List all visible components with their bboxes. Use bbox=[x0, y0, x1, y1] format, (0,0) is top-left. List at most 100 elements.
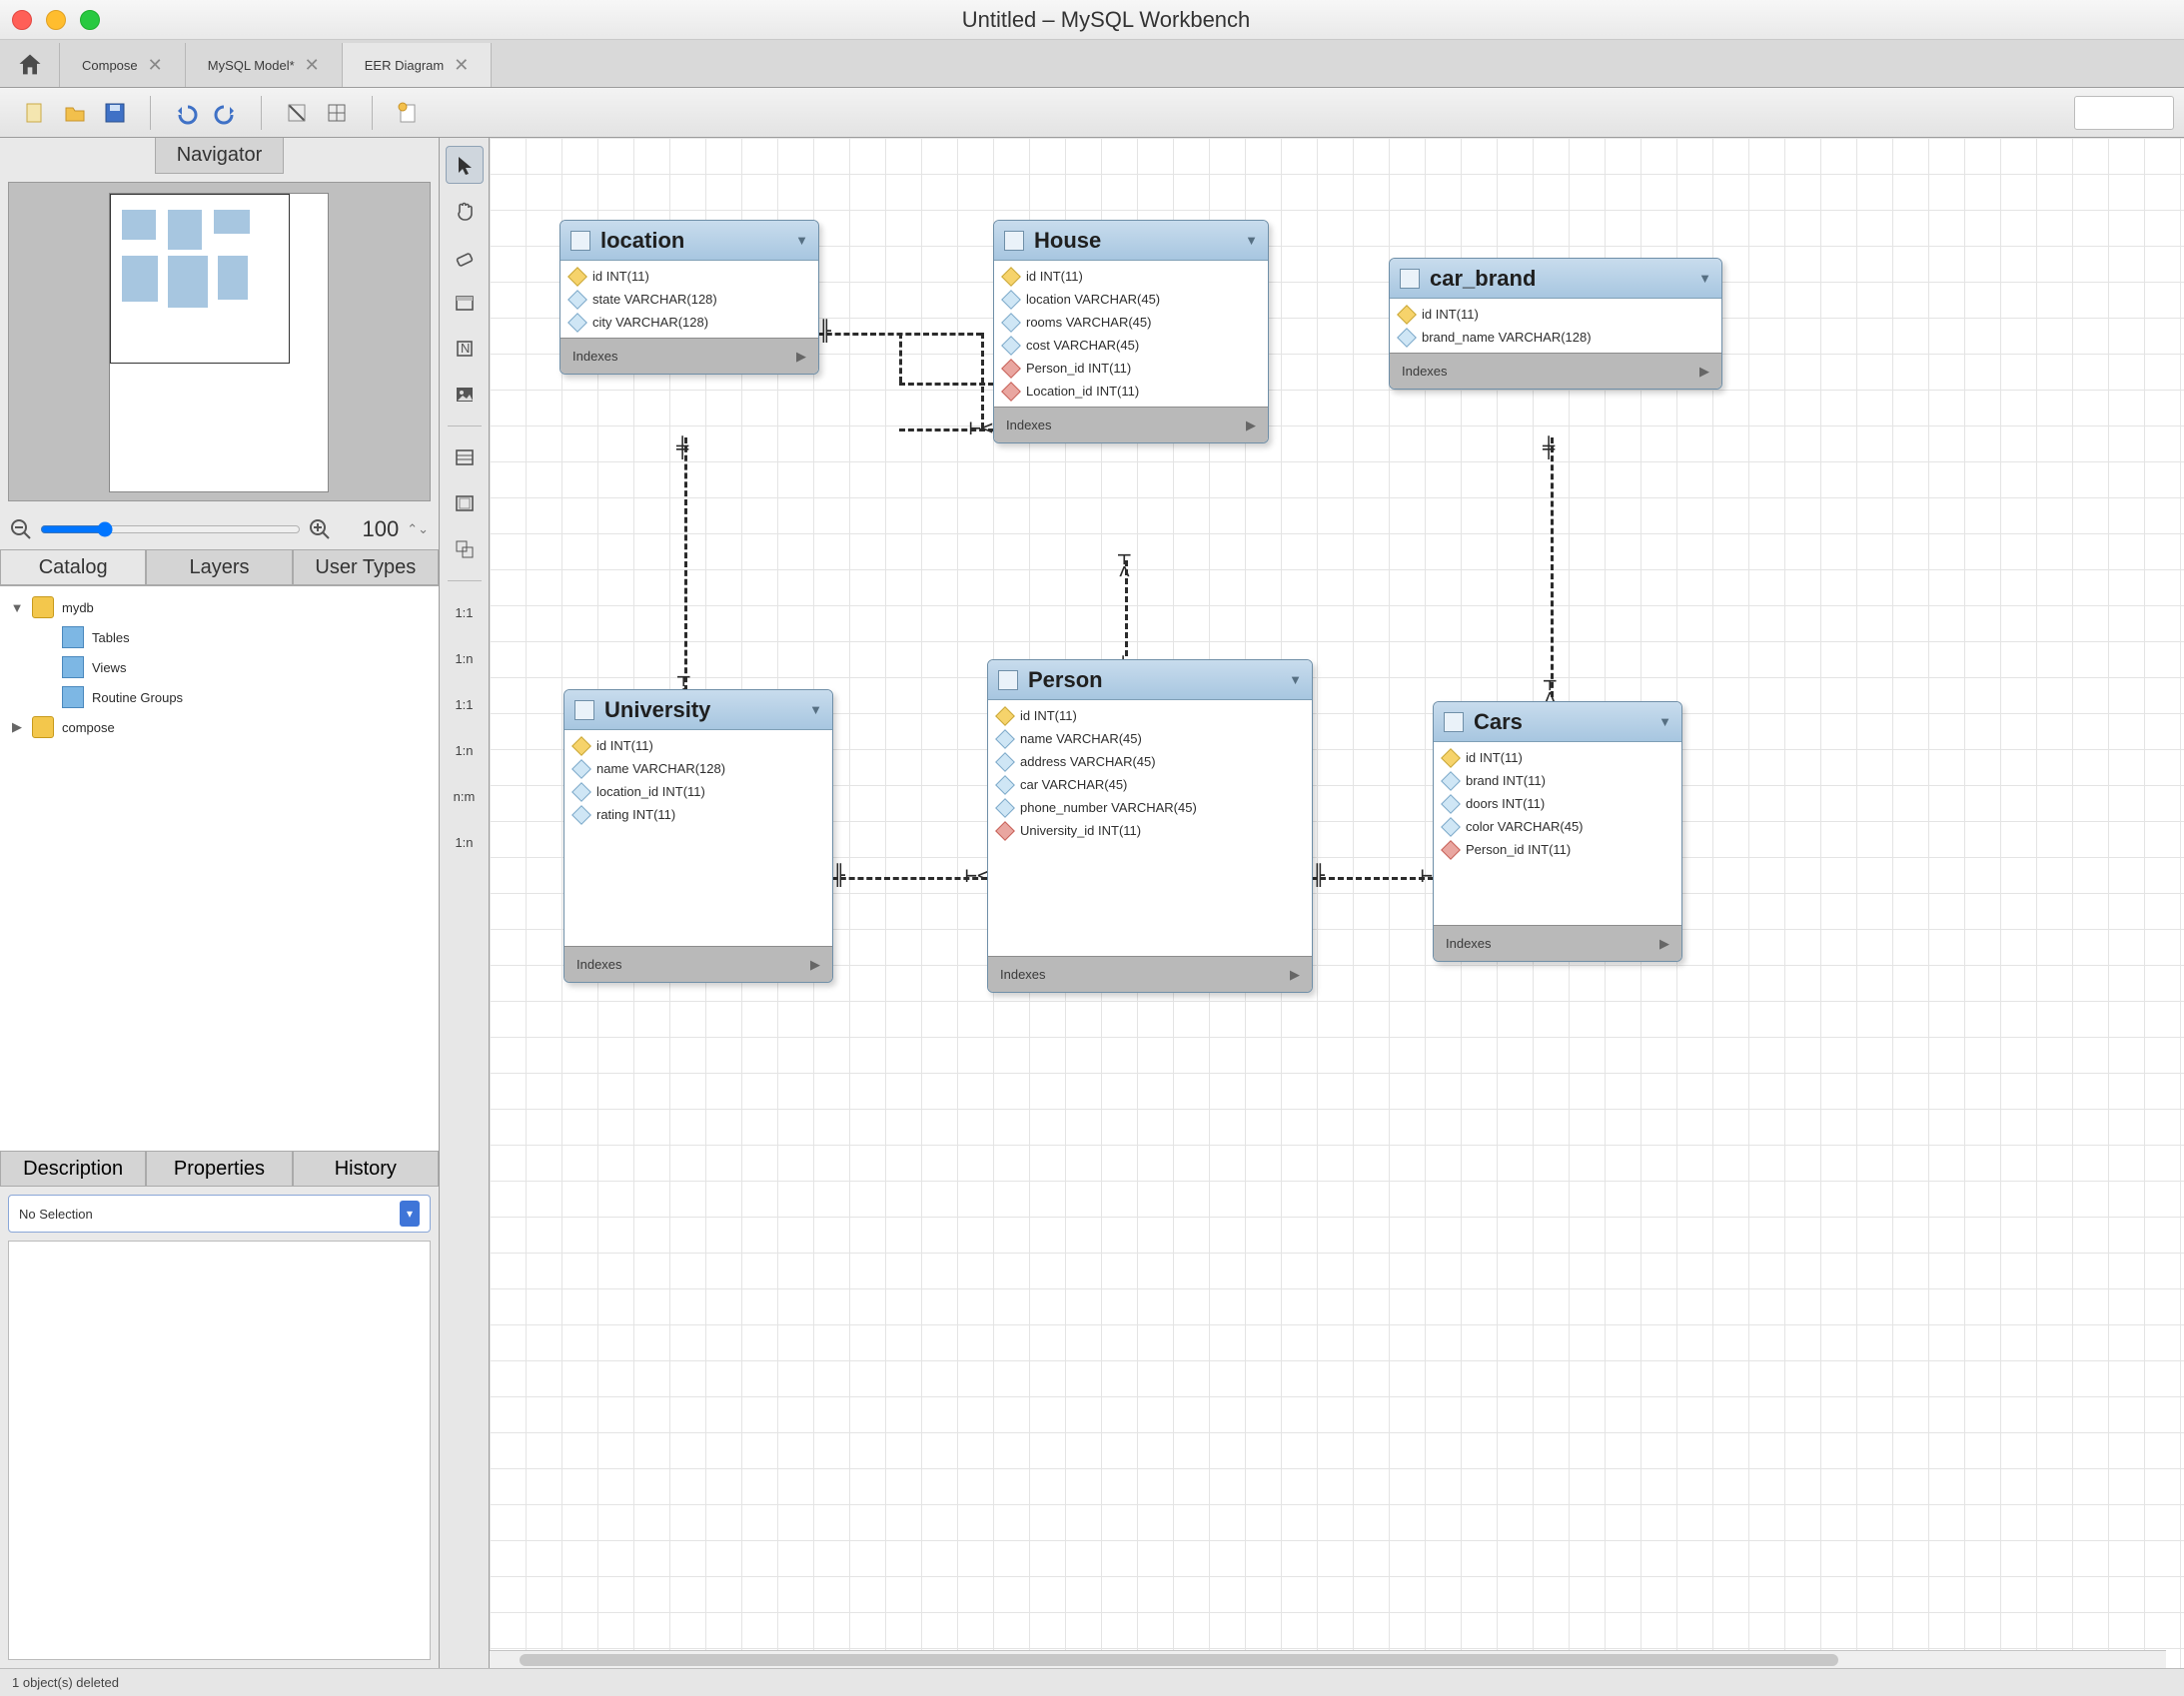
column-row[interactable]: id INT(11) bbox=[560, 265, 818, 288]
toggle-align-button[interactable] bbox=[320, 96, 354, 130]
column-row[interactable]: state VARCHAR(128) bbox=[560, 288, 818, 311]
chevron-down-icon[interactable]: ▼ bbox=[1698, 271, 1711, 286]
tree-item-routine-groups[interactable]: Routine Groups bbox=[6, 682, 433, 712]
column-row[interactable]: name VARCHAR(128) bbox=[564, 757, 832, 780]
rel-1-1-non-id-tool[interactable]: 1:1 bbox=[446, 593, 484, 631]
chevron-down-icon[interactable]: ▼ bbox=[809, 702, 822, 717]
diagram-canvas[interactable]: ╟ ⊢< ╪ ⊢< ⊢< ╪ ╪ ⊢< ╟ ⊢< ╟ ⊢< location▼ … bbox=[490, 138, 2184, 1668]
tab-catalog[interactable]: Catalog bbox=[0, 549, 146, 585]
column-row[interactable]: id INT(11) bbox=[1434, 746, 1681, 769]
rel-1-n-non-id-tool[interactable]: 1:n bbox=[446, 639, 484, 677]
rel-carbrand-cars[interactable] bbox=[1551, 437, 1554, 697]
column-row[interactable]: location_id INT(11) bbox=[564, 780, 832, 803]
indexes-section[interactable]: Indexes▶ bbox=[1390, 353, 1721, 389]
selection-dropdown[interactable]: No Selection ▾ bbox=[8, 1195, 431, 1233]
maximize-window-button[interactable] bbox=[80, 10, 100, 30]
tab-eer-diagram[interactable]: EER Diagram ✕ bbox=[343, 43, 493, 87]
column-row[interactable]: rating INT(11) bbox=[564, 803, 832, 826]
column-row[interactable]: id INT(11) bbox=[994, 265, 1268, 288]
indexes-section[interactable]: Indexes▶ bbox=[988, 956, 1312, 992]
tab-compose[interactable]: Compose ✕ bbox=[60, 43, 186, 87]
tree-db-mydb[interactable]: ▼mydb bbox=[6, 592, 433, 622]
rel-location-university[interactable] bbox=[684, 437, 687, 691]
indexes-section[interactable]: Indexes▶ bbox=[564, 946, 832, 982]
hand-tool[interactable] bbox=[446, 192, 484, 230]
table-cars[interactable]: Cars▼ id INT(11) brand INT(11) doors INT… bbox=[1433, 701, 1682, 962]
rel-1-1-id-tool[interactable]: 1:1 bbox=[446, 685, 484, 723]
tab-user-types[interactable]: User Types bbox=[293, 549, 439, 585]
column-row[interactable]: address VARCHAR(45) bbox=[988, 750, 1312, 773]
column-row[interactable]: id INT(11) bbox=[1390, 303, 1721, 326]
column-row[interactable]: location VARCHAR(45) bbox=[994, 288, 1268, 311]
column-row[interactable]: brand_name VARCHAR(128) bbox=[1390, 326, 1721, 349]
column-row[interactable]: car VARCHAR(45) bbox=[988, 773, 1312, 796]
tab-history[interactable]: History bbox=[293, 1151, 439, 1187]
eraser-tool[interactable] bbox=[446, 238, 484, 276]
toggle-grid-button[interactable] bbox=[280, 96, 314, 130]
rel-1-n-existing-tool[interactable]: 1:n bbox=[446, 823, 484, 861]
column-row[interactable]: phone_number VARCHAR(45) bbox=[988, 796, 1312, 819]
scrollbar-thumb[interactable] bbox=[520, 1654, 1838, 1666]
toolbar-search-input[interactable] bbox=[2074, 96, 2174, 130]
indexes-section[interactable]: Indexes▶ bbox=[1434, 925, 1681, 961]
pointer-tool[interactable] bbox=[446, 146, 484, 184]
tab-close-icon[interactable]: ✕ bbox=[305, 55, 320, 76]
table-location[interactable]: location▼ id INT(11) state VARCHAR(128) … bbox=[559, 220, 819, 375]
new-routine-group-tool[interactable] bbox=[446, 530, 484, 568]
column-row[interactable]: Person_id INT(11) bbox=[994, 357, 1268, 380]
save-button[interactable] bbox=[98, 96, 132, 130]
undo-button[interactable] bbox=[169, 96, 203, 130]
column-row[interactable]: University_id INT(11) bbox=[988, 819, 1312, 842]
column-row[interactable]: rooms VARCHAR(45) bbox=[994, 311, 1268, 334]
column-row[interactable]: name VARCHAR(45) bbox=[988, 727, 1312, 750]
navigator-panel-tab[interactable]: Navigator bbox=[155, 138, 284, 174]
navigator-preview[interactable] bbox=[8, 182, 431, 501]
close-window-button[interactable] bbox=[12, 10, 32, 30]
redo-button[interactable] bbox=[209, 96, 243, 130]
tab-description[interactable]: Description bbox=[0, 1151, 146, 1187]
image-tool[interactable] bbox=[446, 376, 484, 414]
column-row[interactable]: id INT(11) bbox=[988, 704, 1312, 727]
rel-n-m-tool[interactable]: n:m bbox=[446, 777, 484, 815]
tab-mysql-model[interactable]: MySQL Model* ✕ bbox=[186, 43, 343, 87]
new-view-tool[interactable] bbox=[446, 484, 484, 522]
column-row[interactable]: cost VARCHAR(45) bbox=[994, 334, 1268, 357]
rel-1-n-id-tool[interactable]: 1:n bbox=[446, 731, 484, 769]
rel-university-person[interactable] bbox=[831, 877, 987, 880]
indexes-section[interactable]: Indexes▶ bbox=[560, 338, 818, 374]
new-table-tool[interactable] bbox=[446, 438, 484, 476]
tree-db-compose[interactable]: ▶compose bbox=[6, 712, 433, 742]
tab-properties[interactable]: Properties bbox=[146, 1151, 292, 1187]
layer-tool[interactable] bbox=[446, 284, 484, 322]
note-tool[interactable]: N bbox=[446, 330, 484, 368]
table-person[interactable]: Person▼ id INT(11) name VARCHAR(45) addr… bbox=[987, 659, 1313, 993]
zoom-stepper-icon[interactable]: ⌃⌄ bbox=[407, 521, 429, 537]
new-file-button[interactable] bbox=[18, 96, 52, 130]
open-file-button[interactable] bbox=[58, 96, 92, 130]
new-document-button[interactable] bbox=[391, 96, 425, 130]
tab-layers[interactable]: Layers bbox=[146, 549, 292, 585]
tree-item-tables[interactable]: Tables bbox=[6, 622, 433, 652]
zoom-slider[interactable] bbox=[40, 521, 301, 537]
table-house[interactable]: House▼ id INT(11) location VARCHAR(45) r… bbox=[993, 220, 1269, 443]
tree-item-views[interactable]: Views bbox=[6, 652, 433, 682]
table-car-brand[interactable]: car_brand▼ id INT(11) brand_name VARCHAR… bbox=[1389, 258, 1722, 390]
minimize-window-button[interactable] bbox=[46, 10, 66, 30]
tab-close-icon[interactable]: ✕ bbox=[148, 55, 163, 76]
description-area[interactable] bbox=[8, 1241, 431, 1660]
chevron-down-icon[interactable]: ▼ bbox=[1289, 672, 1302, 687]
chevron-down-icon[interactable]: ▼ bbox=[795, 233, 808, 248]
zoom-out-icon[interactable] bbox=[10, 518, 32, 540]
chevron-down-icon[interactable]: ▼ bbox=[1245, 233, 1258, 248]
column-row[interactable]: city VARCHAR(128) bbox=[560, 311, 818, 334]
home-tab[interactable] bbox=[0, 43, 60, 87]
column-row[interactable]: doors INT(11) bbox=[1434, 792, 1681, 815]
column-row[interactable]: brand INT(11) bbox=[1434, 769, 1681, 792]
canvas-hscrollbar[interactable] bbox=[490, 1650, 2166, 1668]
schema-tree[interactable]: ▼mydb Tables Views Routine Groups ▶compo… bbox=[0, 585, 439, 1151]
tab-close-icon[interactable]: ✕ bbox=[454, 55, 469, 76]
chevron-down-icon[interactable]: ▼ bbox=[1658, 714, 1671, 729]
table-university[interactable]: University▼ id INT(11) name VARCHAR(128)… bbox=[563, 689, 833, 983]
zoom-in-icon[interactable] bbox=[309, 518, 331, 540]
column-row[interactable]: Location_id INT(11) bbox=[994, 380, 1268, 403]
